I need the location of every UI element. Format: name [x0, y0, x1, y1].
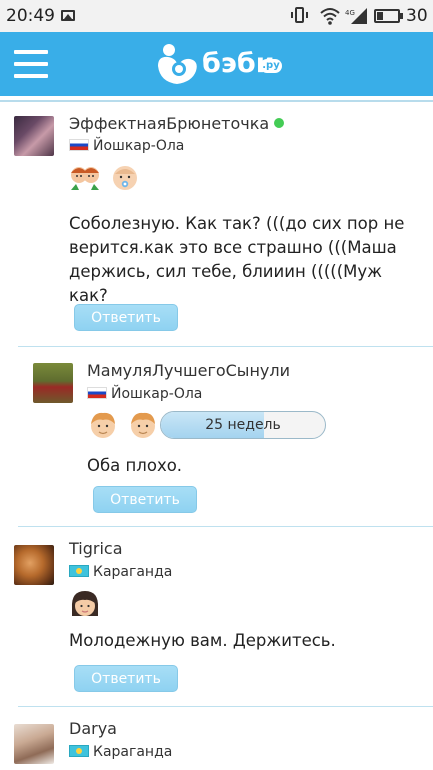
vibrate-icon — [291, 7, 308, 23]
wifi-icon — [320, 8, 340, 25]
username[interactable]: Tigrica — [69, 539, 123, 558]
comment-item: Darya Караганда — [0, 706, 433, 770]
username-text[interactable]: МамуляЛучшегоСынули — [87, 361, 290, 380]
boy-icon — [131, 412, 156, 438]
kazakhstan-flag-icon — [69, 565, 89, 577]
city-name: Караганда — [93, 564, 173, 580]
user-location: Йошкар-Ола — [69, 138, 184, 154]
image-icon — [61, 10, 75, 21]
baby-boy-icon — [113, 166, 138, 190]
brand-logo[interactable]: бэби .ру — [152, 40, 284, 90]
reply-button[interactable]: Ответить — [93, 486, 197, 513]
username-text[interactable]: ЭффектнаяБрюнеточка — [69, 114, 269, 133]
user-location: Караганда — [69, 564, 172, 580]
network-type: 4G — [345, 9, 355, 17]
username[interactable]: Darya — [69, 719, 117, 738]
signal-icon: 4G — [345, 8, 367, 24]
battery-percent: 30 — [406, 6, 428, 26]
comment-item: ЭффектнаяБрюнеточка Йошкар-Ола Соболезну… — [0, 96, 433, 346]
comment-item: Tigrica Караганда Молодежную вам. Держит… — [0, 526, 433, 706]
username-text[interactable]: Darya — [69, 719, 117, 738]
city-name: Караганда — [93, 744, 173, 760]
kids-icons — [87, 409, 162, 445]
russia-flag-icon — [87, 387, 107, 399]
avatar[interactable] — [33, 363, 73, 403]
comment-item: МамуляЛучшегоСынули Йошкар-Ола 25 недель… — [0, 346, 433, 526]
pregnancy-progress: 25 недель — [160, 411, 326, 439]
logo-icon — [158, 44, 197, 84]
kids-icons — [69, 588, 104, 624]
pregnancy-label: 25 недель — [205, 417, 281, 433]
girl-icon — [71, 591, 99, 616]
username-text[interactable]: Tigrica — [69, 539, 123, 558]
avatar[interactable] — [14, 545, 54, 585]
kazakhstan-flag-icon — [69, 745, 89, 757]
app-header: бэби .ру — [0, 32, 433, 96]
comment-text: Молодежную вам. Держитесь. — [69, 631, 336, 650]
city-name: Йошкар-Ола — [111, 386, 203, 402]
kids-icons — [69, 162, 144, 198]
avatar[interactable] — [14, 116, 54, 156]
boy-icon — [91, 412, 115, 438]
status-bar: 20:49 4G 30 — [0, 0, 433, 32]
comment-text: Оба плохо. — [87, 456, 183, 475]
reply-button[interactable]: Ответить — [74, 304, 178, 331]
russia-flag-icon — [69, 139, 89, 151]
comments-list: ЭффектнаяБрюнеточка Йошкар-Ола Соболезну… — [0, 96, 433, 770]
username[interactable]: МамуляЛучшегоСынули — [87, 361, 290, 380]
status-time: 20:49 — [6, 6, 55, 26]
twin-girls-icon — [71, 167, 99, 190]
battery-icon — [374, 9, 403, 23]
brand-suffix: .ру — [260, 59, 282, 73]
hamburger-menu-icon[interactable] — [14, 50, 48, 78]
online-indicator — [274, 118, 285, 128]
reply-button[interactable]: Ответить — [74, 665, 178, 692]
username[interactable]: ЭффектнаяБрюнеточка — [69, 114, 285, 133]
avatar[interactable] — [14, 724, 54, 764]
city-name: Йошкар-Ола — [93, 138, 185, 154]
user-location: Йошкар-Ола — [87, 386, 202, 402]
user-location: Караганда — [69, 744, 172, 760]
comment-text: Соболезную. Как так? (((до сих пор не ве… — [69, 214, 405, 305]
